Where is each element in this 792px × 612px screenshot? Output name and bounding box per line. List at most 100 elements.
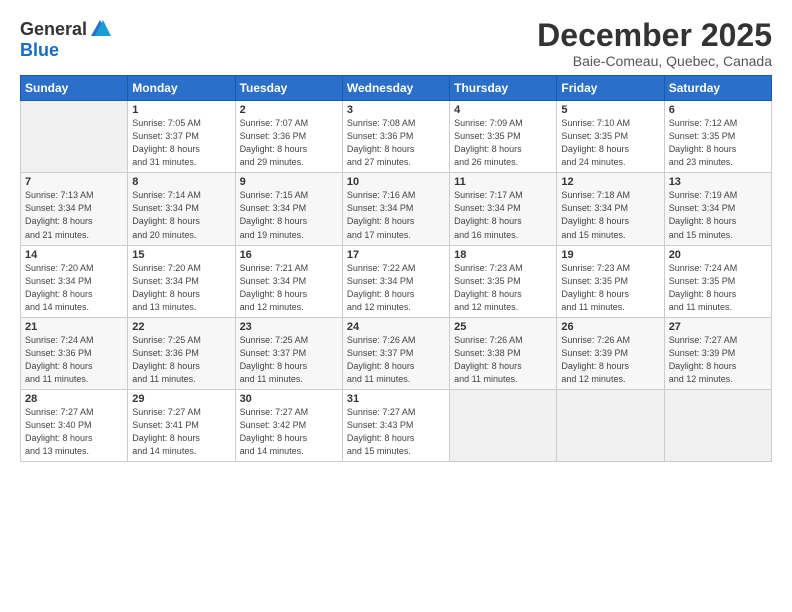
day-number: 10	[347, 176, 445, 188]
calendar-cell: 17Sunrise: 7:22 AM Sunset: 3:34 PM Dayli…	[342, 245, 449, 317]
calendar-cell	[557, 389, 664, 461]
day-info: Sunrise: 7:24 AM Sunset: 3:35 PM Dayligh…	[669, 262, 767, 314]
calendar-cell: 20Sunrise: 7:24 AM Sunset: 3:35 PM Dayli…	[664, 245, 771, 317]
logo-blue-text: Blue	[20, 40, 59, 61]
calendar-cell: 4Sunrise: 7:09 AM Sunset: 3:35 PM Daylig…	[450, 101, 557, 173]
day-number: 26	[561, 321, 659, 333]
day-info: Sunrise: 7:12 AM Sunset: 3:35 PM Dayligh…	[669, 117, 767, 169]
main-title: December 2025	[537, 18, 772, 53]
calendar-cell: 3Sunrise: 7:08 AM Sunset: 3:36 PM Daylig…	[342, 101, 449, 173]
day-number: 20	[669, 249, 767, 261]
day-info: Sunrise: 7:15 AM Sunset: 3:34 PM Dayligh…	[240, 189, 338, 241]
day-info: Sunrise: 7:19 AM Sunset: 3:34 PM Dayligh…	[669, 189, 767, 241]
calendar-cell: 29Sunrise: 7:27 AM Sunset: 3:41 PM Dayli…	[128, 389, 235, 461]
calendar-cell: 14Sunrise: 7:20 AM Sunset: 3:34 PM Dayli…	[21, 245, 128, 317]
weekday-header: Tuesday	[235, 76, 342, 101]
day-info: Sunrise: 7:08 AM Sunset: 3:36 PM Dayligh…	[347, 117, 445, 169]
calendar-cell: 25Sunrise: 7:26 AM Sunset: 3:38 PM Dayli…	[450, 317, 557, 389]
day-info: Sunrise: 7:25 AM Sunset: 3:37 PM Dayligh…	[240, 334, 338, 386]
calendar-cell: 19Sunrise: 7:23 AM Sunset: 3:35 PM Dayli…	[557, 245, 664, 317]
day-number: 3	[347, 104, 445, 116]
day-number: 13	[669, 176, 767, 188]
calendar-cell: 12Sunrise: 7:18 AM Sunset: 3:34 PM Dayli…	[557, 173, 664, 245]
day-number: 5	[561, 104, 659, 116]
calendar-cell	[21, 101, 128, 173]
day-info: Sunrise: 7:14 AM Sunset: 3:34 PM Dayligh…	[132, 189, 230, 241]
day-info: Sunrise: 7:21 AM Sunset: 3:34 PM Dayligh…	[240, 262, 338, 314]
calendar-cell: 1Sunrise: 7:05 AM Sunset: 3:37 PM Daylig…	[128, 101, 235, 173]
day-info: Sunrise: 7:27 AM Sunset: 3:42 PM Dayligh…	[240, 406, 338, 458]
calendar-cell: 2Sunrise: 7:07 AM Sunset: 3:36 PM Daylig…	[235, 101, 342, 173]
day-number: 22	[132, 321, 230, 333]
day-number: 2	[240, 104, 338, 116]
day-number: 15	[132, 249, 230, 261]
day-info: Sunrise: 7:20 AM Sunset: 3:34 PM Dayligh…	[25, 262, 123, 314]
day-number: 1	[132, 104, 230, 116]
calendar-week-row: 28Sunrise: 7:27 AM Sunset: 3:40 PM Dayli…	[21, 389, 772, 461]
logo-general-text: General	[20, 19, 87, 40]
day-number: 4	[454, 104, 552, 116]
day-info: Sunrise: 7:05 AM Sunset: 3:37 PM Dayligh…	[132, 117, 230, 169]
weekday-header: Wednesday	[342, 76, 449, 101]
day-info: Sunrise: 7:25 AM Sunset: 3:36 PM Dayligh…	[132, 334, 230, 386]
calendar-week-row: 14Sunrise: 7:20 AM Sunset: 3:34 PM Dayli…	[21, 245, 772, 317]
logo: General Blue	[20, 18, 111, 61]
day-info: Sunrise: 7:22 AM Sunset: 3:34 PM Dayligh…	[347, 262, 445, 314]
day-info: Sunrise: 7:26 AM Sunset: 3:37 PM Dayligh…	[347, 334, 445, 386]
calendar-cell: 24Sunrise: 7:26 AM Sunset: 3:37 PM Dayli…	[342, 317, 449, 389]
day-number: 9	[240, 176, 338, 188]
day-info: Sunrise: 7:09 AM Sunset: 3:35 PM Dayligh…	[454, 117, 552, 169]
calendar-cell: 30Sunrise: 7:27 AM Sunset: 3:42 PM Dayli…	[235, 389, 342, 461]
calendar-cell: 7Sunrise: 7:13 AM Sunset: 3:34 PM Daylig…	[21, 173, 128, 245]
day-number: 24	[347, 321, 445, 333]
calendar-cell: 15Sunrise: 7:20 AM Sunset: 3:34 PM Dayli…	[128, 245, 235, 317]
calendar-week-row: 1Sunrise: 7:05 AM Sunset: 3:37 PM Daylig…	[21, 101, 772, 173]
day-info: Sunrise: 7:24 AM Sunset: 3:36 PM Dayligh…	[25, 334, 123, 386]
day-info: Sunrise: 7:27 AM Sunset: 3:39 PM Dayligh…	[669, 334, 767, 386]
day-info: Sunrise: 7:16 AM Sunset: 3:34 PM Dayligh…	[347, 189, 445, 241]
day-number: 14	[25, 249, 123, 261]
calendar-cell: 13Sunrise: 7:19 AM Sunset: 3:34 PM Dayli…	[664, 173, 771, 245]
day-info: Sunrise: 7:17 AM Sunset: 3:34 PM Dayligh…	[454, 189, 552, 241]
day-number: 16	[240, 249, 338, 261]
calendar-header-row: SundayMondayTuesdayWednesdayThursdayFrid…	[21, 76, 772, 101]
day-number: 29	[132, 393, 230, 405]
day-number: 31	[347, 393, 445, 405]
calendar-cell	[450, 389, 557, 461]
subtitle: Baie-Comeau, Quebec, Canada	[537, 53, 772, 69]
day-number: 7	[25, 176, 123, 188]
day-number: 8	[132, 176, 230, 188]
calendar-cell	[664, 389, 771, 461]
calendar-cell: 11Sunrise: 7:17 AM Sunset: 3:34 PM Dayli…	[450, 173, 557, 245]
day-info: Sunrise: 7:27 AM Sunset: 3:40 PM Dayligh…	[25, 406, 123, 458]
calendar-cell: 18Sunrise: 7:23 AM Sunset: 3:35 PM Dayli…	[450, 245, 557, 317]
day-number: 25	[454, 321, 552, 333]
day-number: 11	[454, 176, 552, 188]
title-section: December 2025 Baie-Comeau, Quebec, Canad…	[537, 18, 772, 69]
day-info: Sunrise: 7:13 AM Sunset: 3:34 PM Dayligh…	[25, 189, 123, 241]
day-info: Sunrise: 7:23 AM Sunset: 3:35 PM Dayligh…	[454, 262, 552, 314]
day-number: 21	[25, 321, 123, 333]
day-info: Sunrise: 7:23 AM Sunset: 3:35 PM Dayligh…	[561, 262, 659, 314]
day-number: 17	[347, 249, 445, 261]
calendar-cell: 5Sunrise: 7:10 AM Sunset: 3:35 PM Daylig…	[557, 101, 664, 173]
calendar-cell: 31Sunrise: 7:27 AM Sunset: 3:43 PM Dayli…	[342, 389, 449, 461]
calendar-cell: 10Sunrise: 7:16 AM Sunset: 3:34 PM Dayli…	[342, 173, 449, 245]
calendar-cell: 27Sunrise: 7:27 AM Sunset: 3:39 PM Dayli…	[664, 317, 771, 389]
day-number: 27	[669, 321, 767, 333]
day-info: Sunrise: 7:26 AM Sunset: 3:38 PM Dayligh…	[454, 334, 552, 386]
calendar-week-row: 7Sunrise: 7:13 AM Sunset: 3:34 PM Daylig…	[21, 173, 772, 245]
calendar-table: SundayMondayTuesdayWednesdayThursdayFrid…	[20, 75, 772, 462]
calendar-cell: 28Sunrise: 7:27 AM Sunset: 3:40 PM Dayli…	[21, 389, 128, 461]
day-info: Sunrise: 7:27 AM Sunset: 3:43 PM Dayligh…	[347, 406, 445, 458]
day-info: Sunrise: 7:27 AM Sunset: 3:41 PM Dayligh…	[132, 406, 230, 458]
day-info: Sunrise: 7:18 AM Sunset: 3:34 PM Dayligh…	[561, 189, 659, 241]
day-number: 18	[454, 249, 552, 261]
weekday-header: Friday	[557, 76, 664, 101]
day-info: Sunrise: 7:20 AM Sunset: 3:34 PM Dayligh…	[132, 262, 230, 314]
day-number: 19	[561, 249, 659, 261]
day-number: 6	[669, 104, 767, 116]
day-info: Sunrise: 7:26 AM Sunset: 3:39 PM Dayligh…	[561, 334, 659, 386]
day-number: 28	[25, 393, 123, 405]
calendar-week-row: 21Sunrise: 7:24 AM Sunset: 3:36 PM Dayli…	[21, 317, 772, 389]
